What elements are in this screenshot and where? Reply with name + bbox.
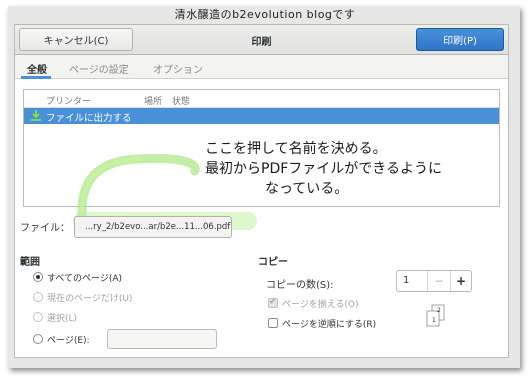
- printer-row-print-to-file[interactable]: ファイルに出力する: [24, 108, 499, 124]
- tab-bar: 全般 ページの設定 オプション: [15, 55, 508, 79]
- tab-page-setup[interactable]: ページの設定: [69, 61, 129, 76]
- print-button[interactable]: 印刷(P): [416, 28, 504, 51]
- file-chooser-value: ...ry_2/b2evo...ar/b2e...11...06.pdf: [85, 222, 231, 232]
- file-label: ファイル：: [20, 223, 70, 234]
- file-chooser-button[interactable]: ...ry_2/b2evo...ar/b2e...11...06.pdf: [74, 216, 232, 238]
- tab-general[interactable]: 全般: [27, 61, 47, 76]
- copies-stepper[interactable]: 1 − +: [396, 270, 472, 292]
- column-printer[interactable]: プリンター: [46, 94, 91, 107]
- radio-all-pages-label: すべてのページ(A): [47, 274, 123, 284]
- radio-selection-label: 選択(L): [47, 314, 78, 324]
- collate-pages-icon: [426, 304, 445, 327]
- printer-list-header: プリンター 場所 状態: [24, 90, 499, 108]
- reverse-checkbox[interactable]: [268, 318, 278, 328]
- radio-current-page-label: 現在のページだけ(U): [47, 294, 133, 304]
- radio-selection[interactable]: [33, 312, 43, 322]
- copies-count-label: コピーの数(S):: [266, 280, 334, 291]
- increment-button[interactable]: +: [450, 271, 471, 291]
- tab-options[interactable]: オプション: [153, 61, 203, 76]
- collate-label: ページを揃える(O): [282, 300, 359, 310]
- active-tab-indicator: [21, 76, 51, 79]
- column-status[interactable]: 状態: [172, 94, 190, 107]
- download-icon: [31, 110, 41, 121]
- collate-icon-page-2: 2: [437, 307, 441, 314]
- annotation-text: ここを押して名前を決める。 最初からPDFファイルができるように なっている。: [205, 139, 442, 199]
- annotation-line-2: 最初からPDFファイルができるように: [205, 161, 442, 177]
- copies-section-title: コピー: [258, 257, 288, 268]
- annotation-line-3: なっている。: [265, 181, 349, 197]
- range-section-title: 範囲: [20, 257, 40, 268]
- radio-pages-label: ページ(E):: [47, 336, 90, 346]
- collate-checkbox[interactable]: [268, 297, 278, 308]
- radio-pages[interactable]: [33, 334, 43, 344]
- column-location[interactable]: 場所: [144, 94, 162, 107]
- radio-all-pages[interactable]: [33, 272, 43, 282]
- annotation-line-1: ここを押して名前を決める。: [205, 141, 387, 157]
- radio-current-page[interactable]: [33, 292, 43, 302]
- copies-count-value: 1: [403, 275, 410, 286]
- reverse-label: ページを逆順にする(R): [282, 320, 377, 330]
- decrement-button[interactable]: −: [427, 271, 450, 291]
- dialog-header-bar: キャンセル(C) 印刷 印刷(P): [15, 25, 508, 55]
- background-page-title: 清水醸造のb2evolution blogです: [174, 8, 356, 21]
- printer-name: ファイルに出力する: [46, 113, 132, 124]
- collate-icon-page-1: 1: [432, 317, 436, 324]
- pages-input[interactable]: [107, 329, 217, 349]
